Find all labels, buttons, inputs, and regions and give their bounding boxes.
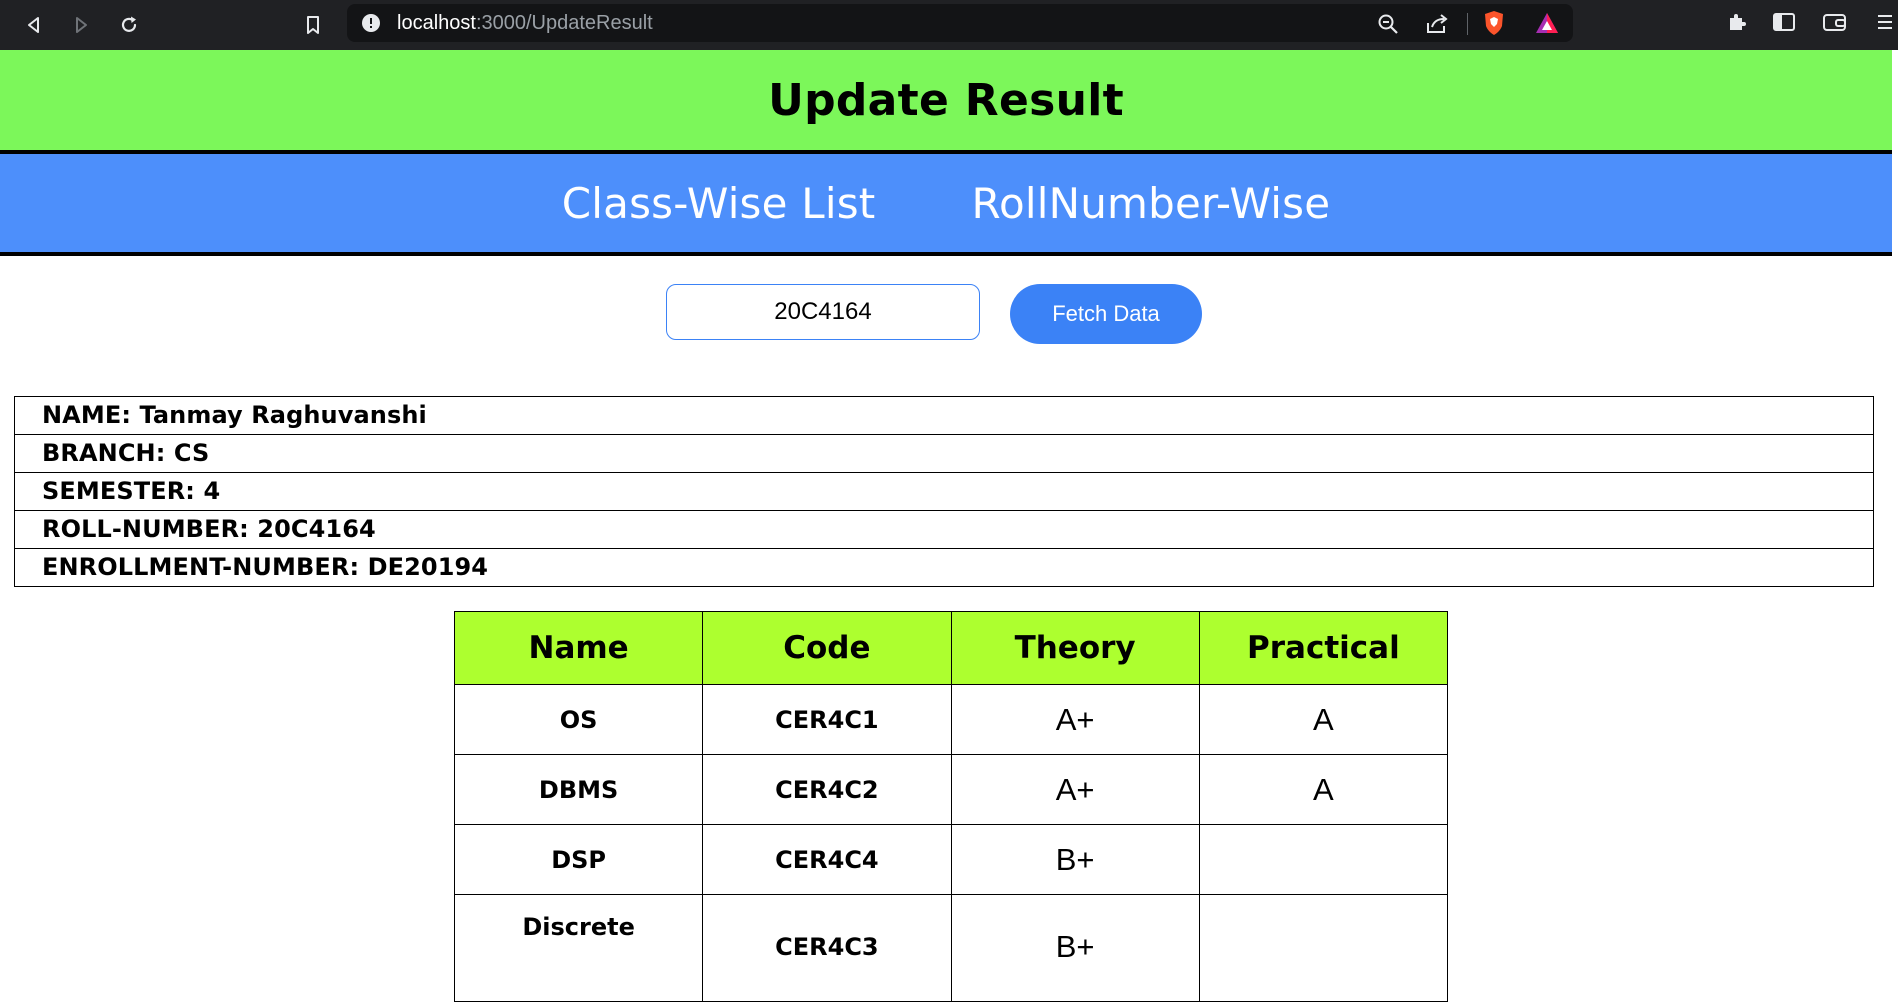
url-path: :3000/UpdateResult	[475, 12, 653, 34]
practical-grade[interactable]	[1198, 894, 1449, 1002]
theory-grade[interactable]: B+	[950, 894, 1200, 1002]
subject-name: Discrete	[453, 894, 704, 1002]
header-code: Code	[702, 611, 952, 685]
subject-name: DSP	[453, 824, 704, 895]
tab-navigation: Class-Wise List RollNumber-Wise	[0, 154, 1892, 256]
student-semester: SEMESTER: 4	[15, 473, 1873, 511]
practical-grade[interactable]: A	[1198, 754, 1449, 825]
url-text: localhost:3000/UpdateResult	[397, 4, 653, 42]
theory-grade[interactable]: B+	[950, 824, 1200, 895]
practical-grade[interactable]: A	[1198, 684, 1449, 755]
subject-code: CER4C3	[702, 894, 952, 1002]
header-theory: Theory	[950, 611, 1200, 685]
zoom-icon[interactable]	[1377, 13, 1399, 39]
roll-number-input[interactable]	[666, 284, 980, 340]
fetch-data-button[interactable]: Fetch Data	[1010, 284, 1202, 344]
url-host: localhost	[397, 12, 476, 34]
site-info-icon[interactable]	[361, 13, 381, 37]
table-row: DSP CER4C4 B+	[453, 824, 1449, 895]
share-icon[interactable]	[1425, 13, 1449, 39]
student-roll-number: ROLL-NUMBER: 20C4164	[15, 511, 1873, 549]
extensions-icon[interactable]	[1726, 10, 1750, 38]
tab-rollnumber-wise[interactable]: RollNumber-Wise	[971, 179, 1330, 228]
brave-rewards-icon[interactable]	[1534, 11, 1560, 39]
header-name: Name	[453, 611, 704, 685]
forward-icon[interactable]	[64, 8, 98, 42]
subject-name: DBMS	[453, 754, 704, 825]
toolbar-separator	[1467, 13, 1468, 35]
subject-name: OS	[453, 684, 704, 755]
menu-icon[interactable]	[1876, 10, 1892, 38]
back-icon[interactable]	[17, 8, 51, 42]
table-row: OS CER4C1 A+ A	[453, 684, 1449, 755]
theory-grade[interactable]: A+	[950, 754, 1200, 825]
reload-icon[interactable]	[112, 8, 146, 42]
practical-grade[interactable]	[1198, 824, 1449, 895]
table-row: DBMS CER4C2 A+ A	[453, 754, 1449, 825]
wallet-icon[interactable]	[1822, 10, 1848, 38]
theory-grade[interactable]: A+	[950, 684, 1200, 755]
title-bar: Update Result	[0, 50, 1892, 154]
header-practical: Practical	[1198, 611, 1449, 685]
subject-code: CER4C2	[702, 754, 952, 825]
address-bar[interactable]: localhost:3000/UpdateResult	[347, 4, 1573, 42]
table-header-row: Name Code Theory Practical	[453, 611, 1449, 685]
table-row: Discrete CER4C3 B+	[453, 894, 1449, 1002]
brave-shield-icon[interactable]	[1482, 10, 1506, 40]
tab-class-wise-list[interactable]: Class-Wise List	[562, 179, 876, 228]
subject-code: CER4C1	[702, 684, 952, 755]
student-info: NAME: Tanmay Raghuvanshi BRANCH: CS SEME…	[14, 396, 1874, 587]
page-title: Update Result	[768, 74, 1124, 126]
student-branch: BRANCH: CS	[15, 435, 1873, 473]
student-enrollment-number: ENROLLMENT-NUMBER: DE20194	[42, 553, 489, 581]
subject-code: CER4C4	[702, 824, 952, 895]
browser-toolbar: localhost:3000/UpdateResult	[0, 0, 1898, 50]
student-name: NAME: Tanmay Raghuvanshi	[15, 397, 1873, 435]
results-table: Name Code Theory Practical OS CER4C1 A+ …	[453, 611, 1449, 1002]
sidebar-icon[interactable]	[1772, 10, 1796, 38]
bookmark-icon[interactable]	[296, 8, 330, 42]
